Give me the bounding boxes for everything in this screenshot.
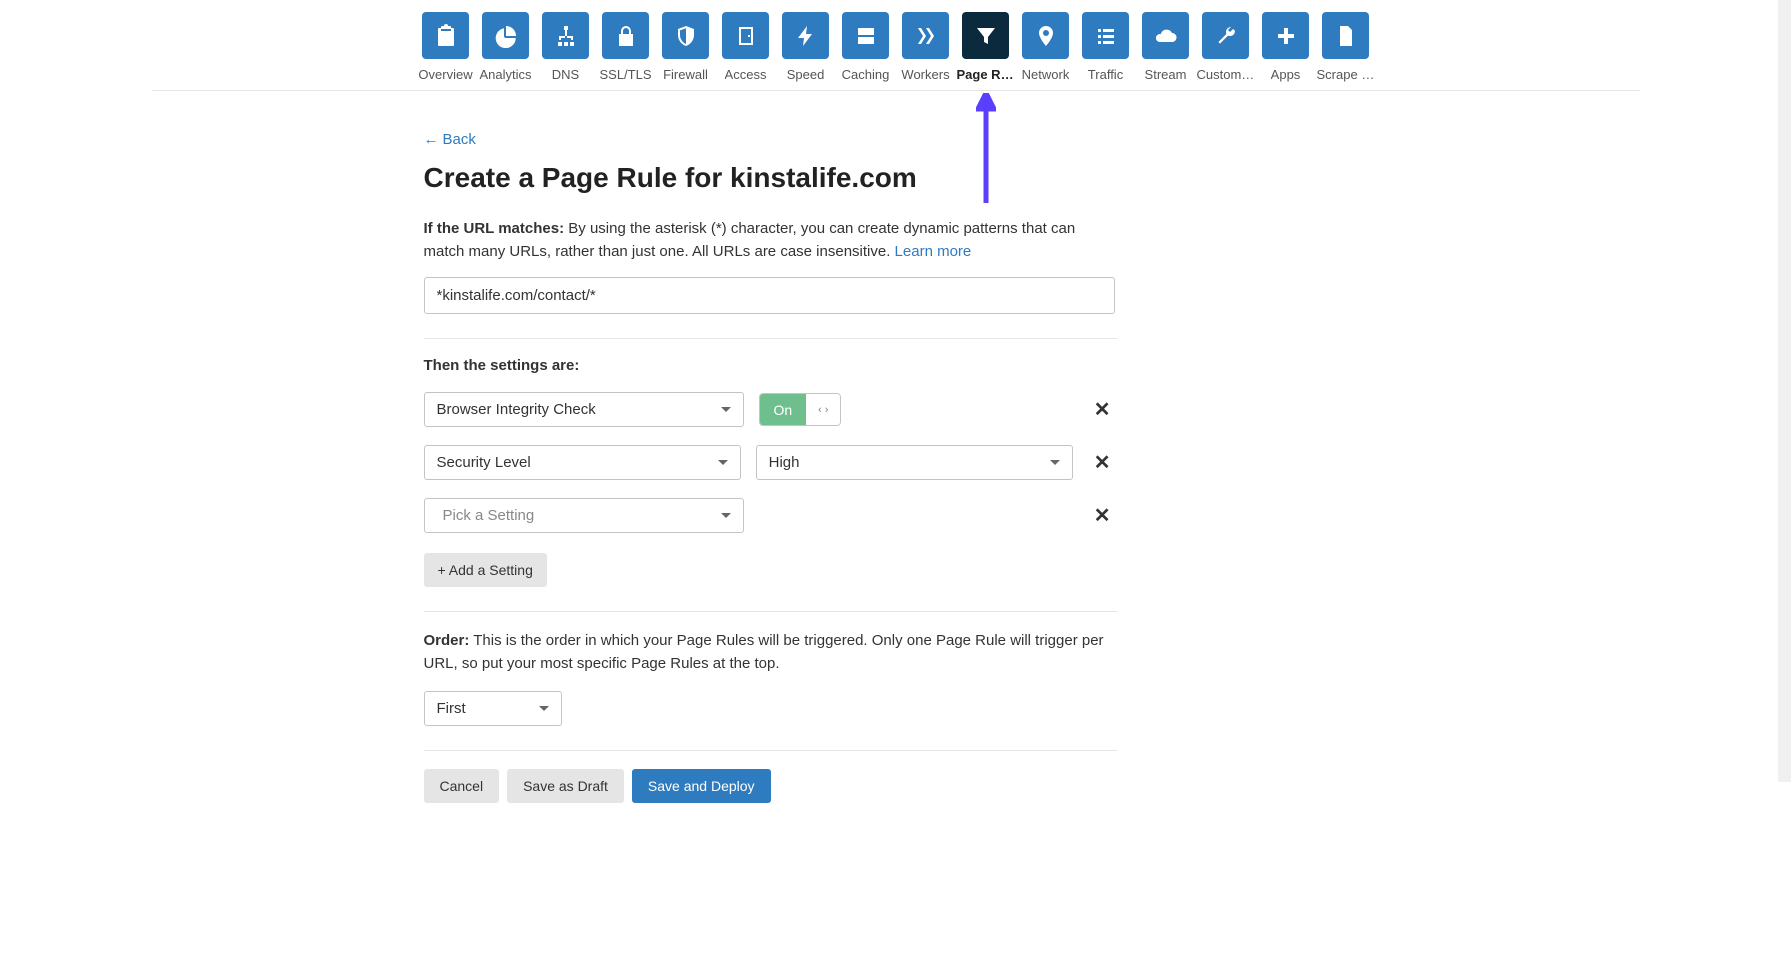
- cloud-icon: [1142, 12, 1189, 59]
- nav-label: Speed: [787, 67, 825, 82]
- nav-label: Apps: [1271, 67, 1301, 82]
- setting-select[interactable]: Security Level: [424, 445, 741, 480]
- pie-chart-icon: [482, 12, 529, 59]
- nav-label: Access: [725, 67, 767, 82]
- page-title: Create a Page Rule for kinstalife.com: [424, 162, 1118, 194]
- remove-setting-button[interactable]: ✕: [1088, 450, 1117, 475]
- plus-icon: [1262, 12, 1309, 59]
- divider: [424, 750, 1117, 751]
- main-content: ← Back Create a Page Rule for kinstalife…: [424, 91, 1118, 803]
- nav-label: Stream: [1145, 67, 1187, 82]
- pin-icon: [1022, 12, 1069, 59]
- remove-setting-button[interactable]: ✕: [1088, 503, 1117, 528]
- setting-row: Pick a Setting ✕: [424, 498, 1117, 533]
- footer-buttons: Cancel Save as Draft Save and Deploy: [424, 769, 1118, 803]
- learn-more-link[interactable]: Learn more: [895, 243, 972, 260]
- nav-label: Caching: [842, 67, 890, 82]
- document-icon: [1322, 12, 1369, 59]
- nav-item-dns[interactable]: DNS: [541, 12, 590, 82]
- nav-label: Page Rules: [957, 67, 1015, 82]
- nav-label: Analytics: [479, 67, 531, 82]
- settings-heading: Then the settings are:: [424, 357, 1118, 374]
- nav-item-firewall[interactable]: Firewall: [661, 12, 710, 82]
- arrow-left-icon: ←: [424, 131, 439, 148]
- nav-item-custompages[interactable]: Custom P…: [1201, 12, 1250, 82]
- url-match-label: If the URL matches:: [424, 220, 565, 237]
- nav-item-ssl[interactable]: SSL/TLS: [601, 12, 650, 82]
- list-icon: [1082, 12, 1129, 59]
- divider: [424, 611, 1117, 612]
- workers-icon: [902, 12, 949, 59]
- chevron-down-icon: [539, 706, 549, 711]
- top-nav: Overview Analytics DNS SSL/TLS Firewall …: [152, 0, 1640, 91]
- lock-icon: [602, 12, 649, 59]
- nav-label: DNS: [552, 67, 579, 82]
- scrollbar[interactable]: [1778, 0, 1791, 782]
- nav-label: Workers: [901, 67, 949, 82]
- nav-label: Custom P…: [1197, 67, 1255, 82]
- chevron-down-icon: [718, 460, 728, 465]
- order-text: This is the order in which your Page Rul…: [424, 632, 1104, 672]
- sitemap-icon: [542, 12, 589, 59]
- nav-label: SSL/TLS: [599, 67, 651, 82]
- cancel-button[interactable]: Cancel: [424, 769, 500, 803]
- remove-setting-button[interactable]: ✕: [1088, 397, 1117, 422]
- setting-value: High: [769, 454, 800, 471]
- save-draft-button[interactable]: Save as Draft: [507, 769, 624, 803]
- nav-label: Traffic: [1088, 67, 1123, 82]
- divider: [424, 338, 1117, 339]
- setting-select-value: Browser Integrity Check: [437, 401, 596, 418]
- nav-item-scrapeshield[interactable]: Scrape S…: [1321, 12, 1370, 82]
- order-select-value: First: [437, 700, 466, 717]
- setting-row: Browser Integrity Check On ‹ › ✕: [424, 392, 1117, 427]
- back-link[interactable]: ← Back: [424, 131, 476, 148]
- setting-select[interactable]: Browser Integrity Check: [424, 392, 744, 427]
- order-help: Order: This is the order in which your P…: [424, 630, 1118, 675]
- nav-item-apps[interactable]: Apps: [1261, 12, 1310, 82]
- nav-item-overview[interactable]: Overview: [421, 12, 470, 82]
- setting-select-placeholder[interactable]: Pick a Setting: [424, 498, 744, 533]
- setting-value-select[interactable]: High: [756, 445, 1073, 480]
- nav-label: Network: [1022, 67, 1070, 82]
- chevron-down-icon: [1050, 460, 1060, 465]
- add-setting-button[interactable]: + Add a Setting: [424, 553, 547, 587]
- chevron-down-icon: [721, 513, 731, 518]
- bolt-icon: [782, 12, 829, 59]
- clipboard-icon: [422, 12, 469, 59]
- setting-placeholder-text: Pick a Setting: [443, 507, 535, 524]
- nav-item-network[interactable]: Network: [1021, 12, 1070, 82]
- order-select[interactable]: First: [424, 691, 562, 726]
- nav-item-speed[interactable]: Speed: [781, 12, 830, 82]
- nav-item-access[interactable]: Access: [721, 12, 770, 82]
- door-icon: [722, 12, 769, 59]
- setting-select-value: Security Level: [437, 454, 531, 471]
- url-match-help: If the URL matches: By using the asteris…: [424, 218, 1118, 263]
- nav-item-analytics[interactable]: Analytics: [481, 12, 530, 82]
- back-label: Back: [443, 131, 476, 148]
- nav-label: Firewall: [663, 67, 708, 82]
- nav-label: Overview: [418, 67, 472, 82]
- nav-item-pagerules[interactable]: Page Rules: [961, 12, 1010, 82]
- shield-icon: [662, 12, 709, 59]
- url-pattern-input[interactable]: [424, 277, 1115, 314]
- nav-item-workers[interactable]: Workers: [901, 12, 950, 82]
- funnel-icon: [962, 12, 1009, 59]
- wrench-icon: [1202, 12, 1249, 59]
- drive-icon: [842, 12, 889, 59]
- nav-label: Scrape S…: [1317, 67, 1375, 82]
- order-label: Order:: [424, 632, 470, 649]
- chevron-down-icon: [721, 407, 731, 412]
- toggle-switch[interactable]: On ‹ ›: [759, 393, 842, 426]
- nav-item-stream[interactable]: Stream: [1141, 12, 1190, 82]
- nav-item-caching[interactable]: Caching: [841, 12, 890, 82]
- nav-item-traffic[interactable]: Traffic: [1081, 12, 1130, 82]
- toggle-on-label: On: [760, 394, 807, 425]
- save-deploy-button[interactable]: Save and Deploy: [632, 769, 771, 803]
- setting-row: Security Level High ✕: [424, 445, 1117, 480]
- toggle-off-icon: ‹ ›: [806, 394, 840, 425]
